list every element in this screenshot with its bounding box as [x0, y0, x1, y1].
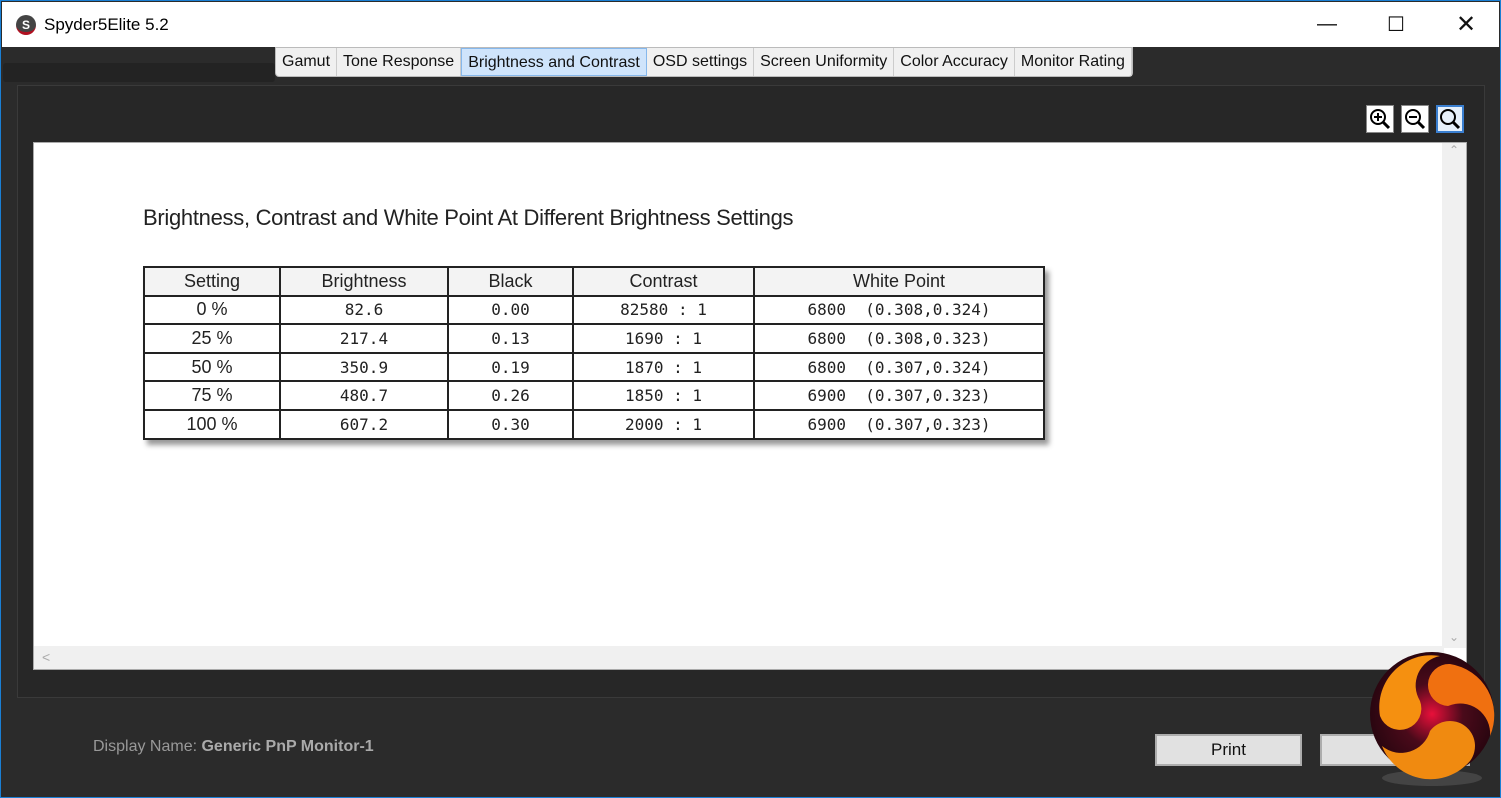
results-table: Setting Brightness Black Contrast White Poin…: [143, 266, 1045, 440]
report-title: Brightness, Contrast and White Point At …: [143, 205, 794, 230]
tab-bar: Gamut Tone Response Brightness and Contras…: [275, 47, 1133, 77]
table-cell: 82580 : 1: [572, 294, 755, 326]
table-cell: 1870 : 1: [572, 351, 755, 383]
table-cell: 0.19: [447, 351, 574, 383]
magnifier-icon: [1440, 109, 1461, 130]
table-cell: 217.4: [279, 323, 449, 354]
display-name: Display Name: Generic PnP Monitor-1: [93, 738, 374, 756]
zoom-in-button[interactable]: [1366, 105, 1394, 133]
close-button[interactable]: ✕: [1443, 2, 1489, 47]
table-cell: 25 %: [143, 323, 281, 354]
title-bar: S Spyder5Elite 5.2 — ☐ ✕: [2, 2, 1499, 47]
table-cell: 6800 (0.307,0.324): [753, 351, 1045, 383]
table-cell: 50 %: [143, 351, 281, 383]
report-view: Brightness, Contrast and White Point At …: [33, 142, 1467, 670]
table-cell: 607.2: [279, 408, 449, 440]
table-row: 25 % 217.4 0.13 1690 : 1 6800 (0.308,0.323): [143, 323, 1045, 354]
column-header: Setting: [143, 266, 281, 297]
print-button[interactable]: Print: [1155, 734, 1302, 766]
table-cell: 75 %: [143, 380, 281, 411]
table-row: 50 % 350.9 0.19 1870 : 1 6800 (0.307,0.324): [143, 351, 1045, 383]
table-cell: 1850 : 1: [572, 380, 755, 411]
watermark-logo: [1370, 652, 1495, 786]
minimize-button[interactable]: —: [1304, 2, 1350, 47]
tab-screen-uniformity[interactable]: Screen Uniformity: [754, 48, 895, 76]
table-cell: 480.7: [279, 380, 449, 411]
table-cell: 1690 : 1: [572, 323, 755, 354]
table-cell: 6800 (0.308,0.323): [753, 323, 1045, 354]
scroll-down-icon[interactable]: ⌄: [1442, 630, 1466, 644]
table-cell: 350.9: [279, 351, 449, 383]
table-cell: 0.26: [447, 380, 574, 411]
column-header: Black: [447, 266, 574, 297]
table-cell: 2000 : 1: [572, 408, 755, 440]
table-cell: 0.13: [447, 323, 574, 354]
tab-osd-settings[interactable]: OSD settings: [647, 48, 755, 76]
scroll-left-icon[interactable]: <: [42, 649, 50, 665]
spyder-app-icon: S: [16, 15, 36, 35]
toolbar-strip: [3, 63, 275, 82]
display-name-label: Display Name:: [93, 738, 198, 755]
horizontal-scrollbar[interactable]: <: [34, 646, 1444, 669]
table-cell: 0.00: [447, 294, 574, 326]
tab-brightness-and-contrast[interactable]: Brightness and Contrast: [461, 48, 647, 76]
table-row: 0 % 82.6 0.00 82580 : 1 6800 (0.308,0.324): [143, 294, 1045, 326]
table-cell: 6800 (0.308,0.324): [753, 294, 1045, 326]
table-cell: 0 %: [143, 294, 281, 326]
table-cell: 82.6: [279, 294, 449, 326]
column-header: Brightness: [279, 266, 449, 297]
vertical-scrollbar[interactable]: ⌃ ⌄: [1442, 143, 1466, 648]
zoom-out-icon: [1405, 109, 1426, 130]
table-cell: 6900 (0.307,0.323): [753, 408, 1045, 440]
scroll-up-icon[interactable]: ⌃: [1449, 143, 1459, 157]
tab-monitor-rating[interactable]: Monitor Rating: [1015, 48, 1132, 76]
tab-color-accuracy[interactable]: Color Accuracy: [894, 48, 1015, 76]
maximize-button[interactable]: ☐: [1373, 2, 1419, 47]
table-cell: 6900 (0.307,0.323): [753, 380, 1045, 411]
zoom-out-button[interactable]: [1401, 105, 1429, 133]
column-header: Contrast: [572, 266, 755, 297]
zoom-in-icon: [1370, 109, 1391, 130]
tab-tone-response[interactable]: Tone Response: [337, 48, 462, 76]
column-header: White Point: [753, 266, 1045, 297]
table-row: 75 % 480.7 0.26 1850 : 1 6900 (0.307,0.323): [143, 380, 1045, 411]
table-row: 100 % 607.2 0.30 2000 : 1 6900 (0.307,0.323): [143, 408, 1045, 440]
tab-gamut[interactable]: Gamut: [276, 48, 338, 76]
zoom-fit-button[interactable]: [1436, 105, 1464, 133]
display-name-value: Generic PnP Monitor-1: [201, 738, 374, 755]
window-title: Spyder5Elite 5.2: [44, 15, 169, 34]
table-cell: 100 %: [143, 408, 281, 440]
table-cell: 0.30: [447, 408, 574, 440]
